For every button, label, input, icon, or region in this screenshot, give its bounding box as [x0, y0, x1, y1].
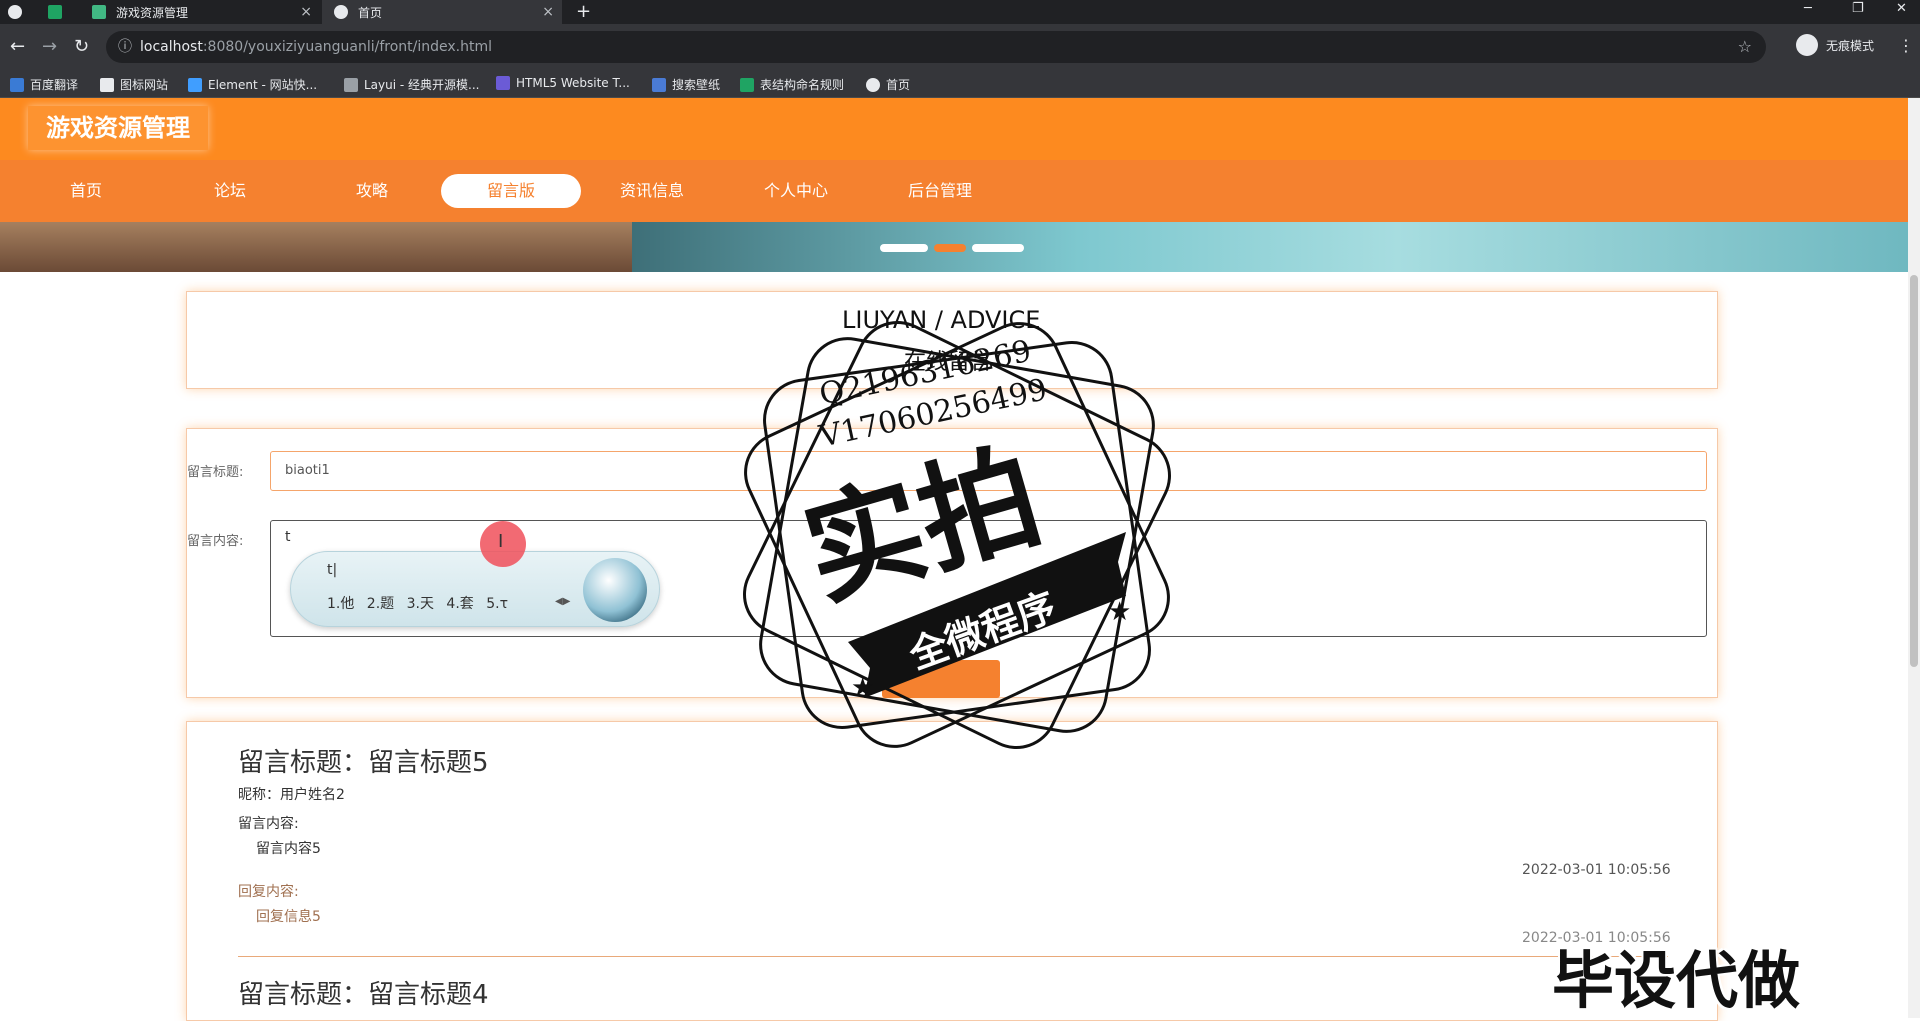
- wallpaper-icon: [652, 77, 666, 92]
- ime-skin-icon: [583, 558, 647, 622]
- nav-admin[interactable]: 后台管理: [870, 174, 1010, 208]
- close-window-icon[interactable]: ✕: [1896, 1, 1907, 16]
- bookmark-item[interactable]: Element - 网站快...: [188, 76, 317, 93]
- banner-image: [632, 222, 1908, 272]
- ime-candidates[interactable]: 1.他 2.题 3.天 4.套 5.τ: [327, 593, 508, 613]
- content-label: 留言内容:: [187, 534, 244, 549]
- tab-title: 首页: [358, 5, 383, 20]
- message-time: 2022-03-01 10:05:56: [1522, 862, 1671, 878]
- sheet-icon: [48, 5, 62, 19]
- nav-forum[interactable]: 论坛: [160, 174, 300, 208]
- nav-guide[interactable]: 攻略: [302, 174, 442, 208]
- carousel-dot-active[interactable]: [934, 244, 966, 252]
- globe-icon: [8, 5, 22, 19]
- title-label: 留言标题:: [187, 465, 244, 480]
- bookmark-item[interactable]: 首页: [866, 76, 910, 93]
- address-bar: ← → ↻ ⓘ localhost:8080/youxiziyuanguanli…: [0, 24, 1920, 70]
- nav-home[interactable]: 首页: [16, 174, 156, 208]
- vue-icon: [92, 5, 106, 19]
- reply-content: 回复信息5: [256, 909, 321, 925]
- bookmark-item[interactable]: 百度翻译: [10, 76, 78, 93]
- message-title: 留言标题：留言标题4: [238, 980, 489, 1010]
- carousel-dot[interactable]: [972, 244, 1024, 252]
- globe-icon: [866, 77, 880, 92]
- nav-news[interactable]: 资讯信息: [582, 174, 722, 208]
- cursor-highlight: I: [480, 521, 526, 567]
- pinned-tab-2[interactable]: [48, 0, 80, 24]
- site-header: 游戏资源管理: [0, 98, 1908, 160]
- tab-home[interactable]: 首页 ×: [322, 0, 562, 24]
- bookmark-item[interactable]: HTML5 Website T...: [496, 76, 630, 90]
- minimize-icon[interactable]: ─: [1804, 1, 1812, 16]
- ime-page-arrows-icon[interactable]: ◀▶: [555, 596, 570, 607]
- scrollbar-thumb[interactable]: [1910, 275, 1918, 667]
- message-divider: [238, 956, 1668, 957]
- reply-label: 回复内容:: [238, 884, 299, 900]
- banner-carousel: [0, 222, 1908, 272]
- banner-image: [0, 222, 632, 272]
- site-nav: 首页 论坛 攻略 留言版 资讯信息 个人中心 后台管理: [0, 160, 1908, 222]
- nav-message-board[interactable]: 留言版: [441, 174, 581, 208]
- info-icon[interactable]: ⓘ: [118, 31, 132, 63]
- site-logo[interactable]: 游戏资源管理: [28, 106, 208, 150]
- star-icon: ★: [1108, 597, 1131, 627]
- forward-icon[interactable]: →: [42, 36, 57, 57]
- message-content: 留言内容5: [256, 841, 321, 857]
- message-title: 留言标题：留言标题5: [238, 748, 489, 778]
- bookmark-item[interactable]: 表结构命名规则: [740, 76, 844, 93]
- restore-icon[interactable]: ❐: [1852, 1, 1864, 16]
- incognito-label: 无痕模式: [1826, 38, 1875, 53]
- star-icon: ★: [851, 673, 874, 703]
- text-cursor-icon: I: [498, 531, 504, 552]
- url-path: :8080/youxiziyuanguanli/front/index.html: [202, 39, 493, 55]
- watermark-line1: LIUYAN / ADVICE: [842, 306, 1041, 334]
- flag-icon: [100, 77, 114, 92]
- ime-composition: t|: [327, 562, 338, 578]
- browser-tab-bar: 游戏资源管理 × 首页 × + ─ ❐ ✕: [0, 0, 1920, 24]
- back-icon[interactable]: ←: [10, 36, 25, 57]
- sheet-icon: [740, 77, 754, 92]
- globe-icon: [334, 5, 348, 19]
- bookmark-item[interactable]: 搜索壁纸: [652, 76, 720, 93]
- ime-candidate-window: t| 1.他 2.题 3.天 4.套 5.τ ◀▶: [290, 551, 660, 627]
- tab-title: 游戏资源管理: [116, 5, 189, 20]
- url-field[interactable]: ⓘ localhost:8080/youxiziyuanguanli/front…: [106, 31, 1766, 63]
- url-host: localhost: [140, 39, 203, 55]
- carousel-dot[interactable]: [880, 244, 928, 252]
- pinned-tab[interactable]: [8, 0, 40, 24]
- reload-icon[interactable]: ↻: [74, 36, 89, 57]
- layui-icon: [344, 77, 358, 92]
- nav-profile[interactable]: 个人中心: [726, 174, 866, 208]
- translate-icon: [10, 77, 24, 92]
- watermark-corner: 毕设代做: [1552, 944, 1801, 1017]
- menu-icon[interactable]: ⋮: [1898, 36, 1914, 55]
- incognito-indicator[interactable]: 无痕模式: [1796, 34, 1874, 56]
- star-icon[interactable]: ☆: [1738, 31, 1752, 63]
- bookmark-item[interactable]: 图标网站: [100, 76, 168, 93]
- close-icon[interactable]: ×: [300, 4, 312, 20]
- element-icon: [188, 77, 202, 92]
- new-tab-button[interactable]: +: [576, 1, 591, 22]
- bookmarks-bar: 百度翻译 图标网站 Element - 网站快... Layui - 经典开源模…: [0, 70, 1920, 98]
- tab-admin[interactable]: 游戏资源管理 ×: [80, 0, 320, 24]
- message-content-label: 留言内容:: [238, 816, 299, 832]
- html5-icon: [496, 76, 510, 90]
- message-nickname: 昵称：用户姓名2: [238, 787, 345, 803]
- incognito-icon: [1796, 34, 1818, 56]
- close-icon[interactable]: ×: [542, 4, 554, 20]
- bookmark-item[interactable]: Layui - 经典开源模...: [344, 76, 479, 93]
